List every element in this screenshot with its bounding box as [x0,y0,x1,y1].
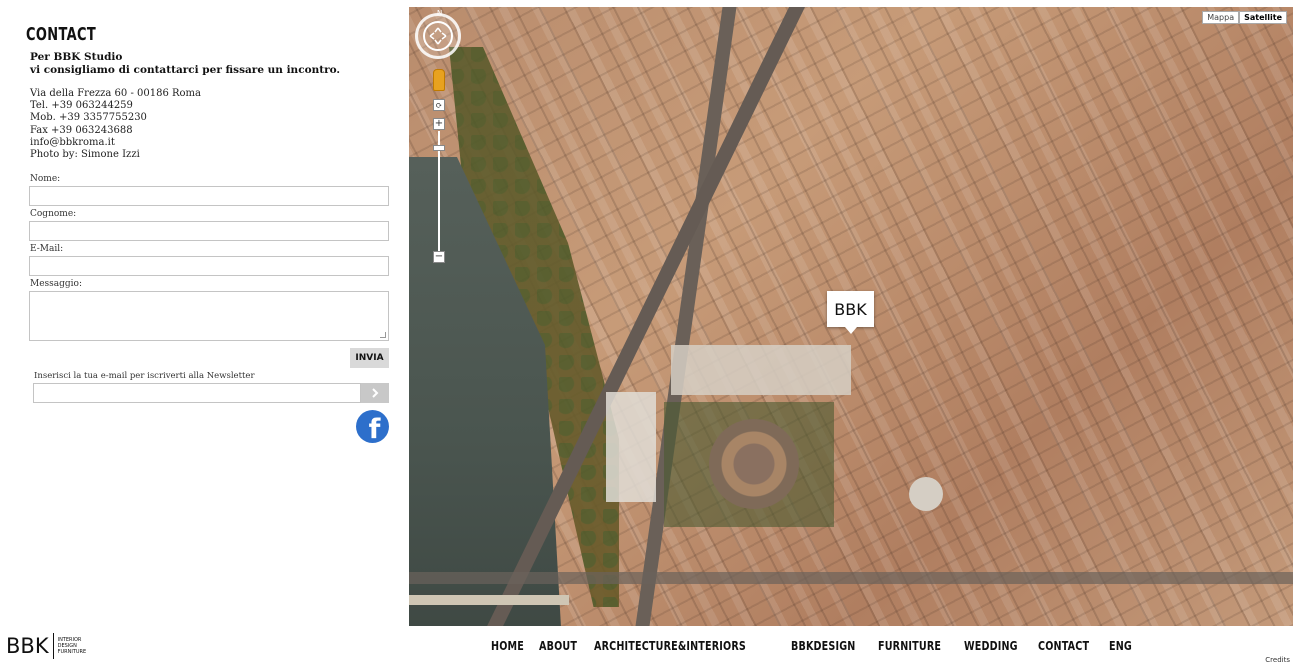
messaggio-label: Messaggio: [30,279,82,289]
nav-about[interactable]: ABOUT [539,639,577,653]
phone: Tel. +39 063244259 [30,100,133,112]
email-label: E-Mail: [30,244,64,254]
logo-subtitle: INTERIOR DESIGN FURNITURE [58,637,87,655]
zoom-in-button[interactable]: + [433,118,445,130]
compass-icon [429,27,447,45]
intro-text: vi consigliamo di contattarci per fissar… [30,64,341,76]
map-building [671,345,851,395]
fax: Fax +39 063243688 [30,124,133,136]
intro-studio: Per BBK Studio [30,51,123,63]
bbk-map-marker[interactable]: BBK [827,291,874,334]
photo-credit: Photo by: Simone Izzi [30,149,140,161]
nav-contact[interactable]: CONTACT [1038,639,1089,653]
page-title: CONTACT [26,24,97,45]
nav-architecture-interiors[interactable]: ARCHITECTURE&INTERIORS [594,639,746,653]
satellite-map[interactable]: BBK N ⟳ + − Mappa Satellite [409,7,1293,626]
contact-intro: Per BBK Studio vi consigliamo di contatt… [30,51,340,77]
map-bridge [409,595,569,605]
facebook-button[interactable]: f [356,410,389,443]
map-castle [709,419,799,509]
newsletter-email-input[interactable] [33,383,361,403]
contact-panel: CONTACT Per BBK Studio vi consigliamo di… [0,0,409,630]
map-type-control: Mappa Satellite [1202,11,1287,24]
nav-bbkdesign[interactable]: BBKDESIGN [791,639,855,653]
messaggio-textarea[interactable] [29,291,389,341]
logo-divider [52,633,54,659]
logo-text: BBK [6,634,49,658]
facebook-icon: f [368,414,381,443]
address: Via della Frezza 60 - 00186 Roma [30,88,202,99]
nav-eng[interactable]: ENG [1109,639,1132,653]
nome-field[interactable] [29,186,389,206]
main-nav: HOME ABOUT ARCHITECTURE&INTERIORS BBKDES… [491,639,1138,653]
nav-wedding[interactable]: WEDDING [964,639,1018,653]
email-field[interactable] [29,256,389,276]
map-building [606,392,656,502]
nav-furniture[interactable]: FURNITURE [878,639,941,653]
mobile: Mob. +39 3357755230 [30,112,147,124]
compass-north-label: N [437,9,443,17]
contact-info: Via della Frezza 60 - 00186 Roma Tel. +3… [30,88,201,161]
submit-button[interactable]: INVIA [350,348,389,368]
cognome-label: Cognome: [30,209,77,219]
zoom-slider-thumb[interactable] [433,145,445,151]
newsletter-submit-button[interactable] [361,383,389,403]
chevron-right-icon [372,388,379,398]
cognome-field[interactable] [29,221,389,241]
nome-label: Nome: [30,174,61,184]
zoom-out-button[interactable]: − [433,251,445,263]
nav-home[interactable]: HOME [491,639,524,653]
map-dome [909,477,943,511]
map-type-mappa[interactable]: Mappa [1202,11,1240,24]
map-road [409,572,1293,584]
pan-control[interactable]: N [415,9,461,59]
newsletter-label: Inserisci la tua e-mail per iscriverti a… [34,371,255,381]
bbk-logo[interactable]: BBK INTERIOR DESIGN FURNITURE [6,633,86,659]
street-view-pegman-icon[interactable] [433,69,445,91]
pan-arrows-icon[interactable] [423,21,453,51]
rotate-icon[interactable]: ⟳ [433,99,445,111]
map-type-satellite[interactable]: Satellite [1239,11,1287,24]
credits-link[interactable]: Credits [1265,656,1290,664]
email-link[interactable]: info@bbkroma.it [30,137,201,149]
logo-sub-line: FURNITURE [57,649,87,655]
